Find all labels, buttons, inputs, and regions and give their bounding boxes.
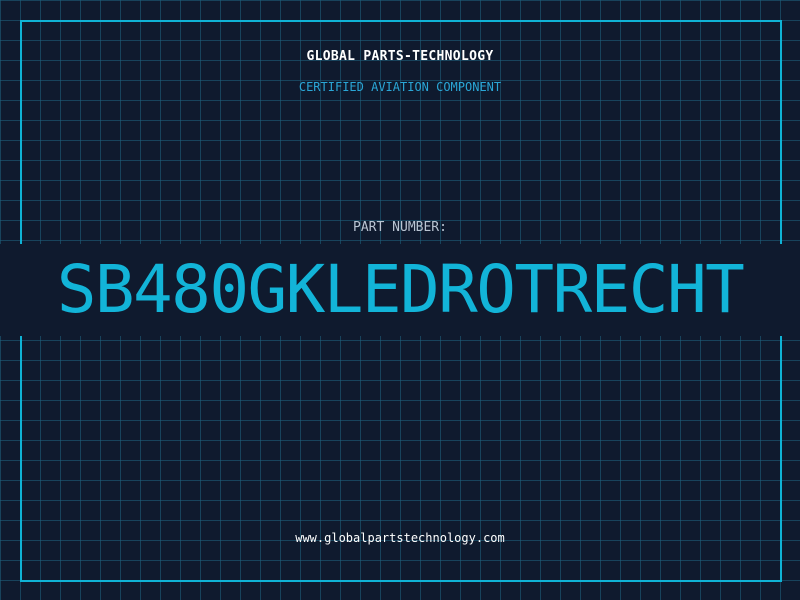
website-url: www.globalpartstechnology.com: [295, 531, 505, 545]
certification-subtitle: CERTIFIED AVIATION COMPONENT: [298, 80, 502, 94]
part-number-label: PART NUMBER:: [353, 220, 447, 235]
part-number-value: SB480GKLEDROTRECHT: [56, 251, 745, 328]
label-canvas: GLOBAL PARTS-TECHNOLOGY CERTIFIED AVIATI…: [0, 0, 800, 600]
brand-title: GLOBAL PARTS-TECHNOLOGY: [306, 49, 494, 64]
